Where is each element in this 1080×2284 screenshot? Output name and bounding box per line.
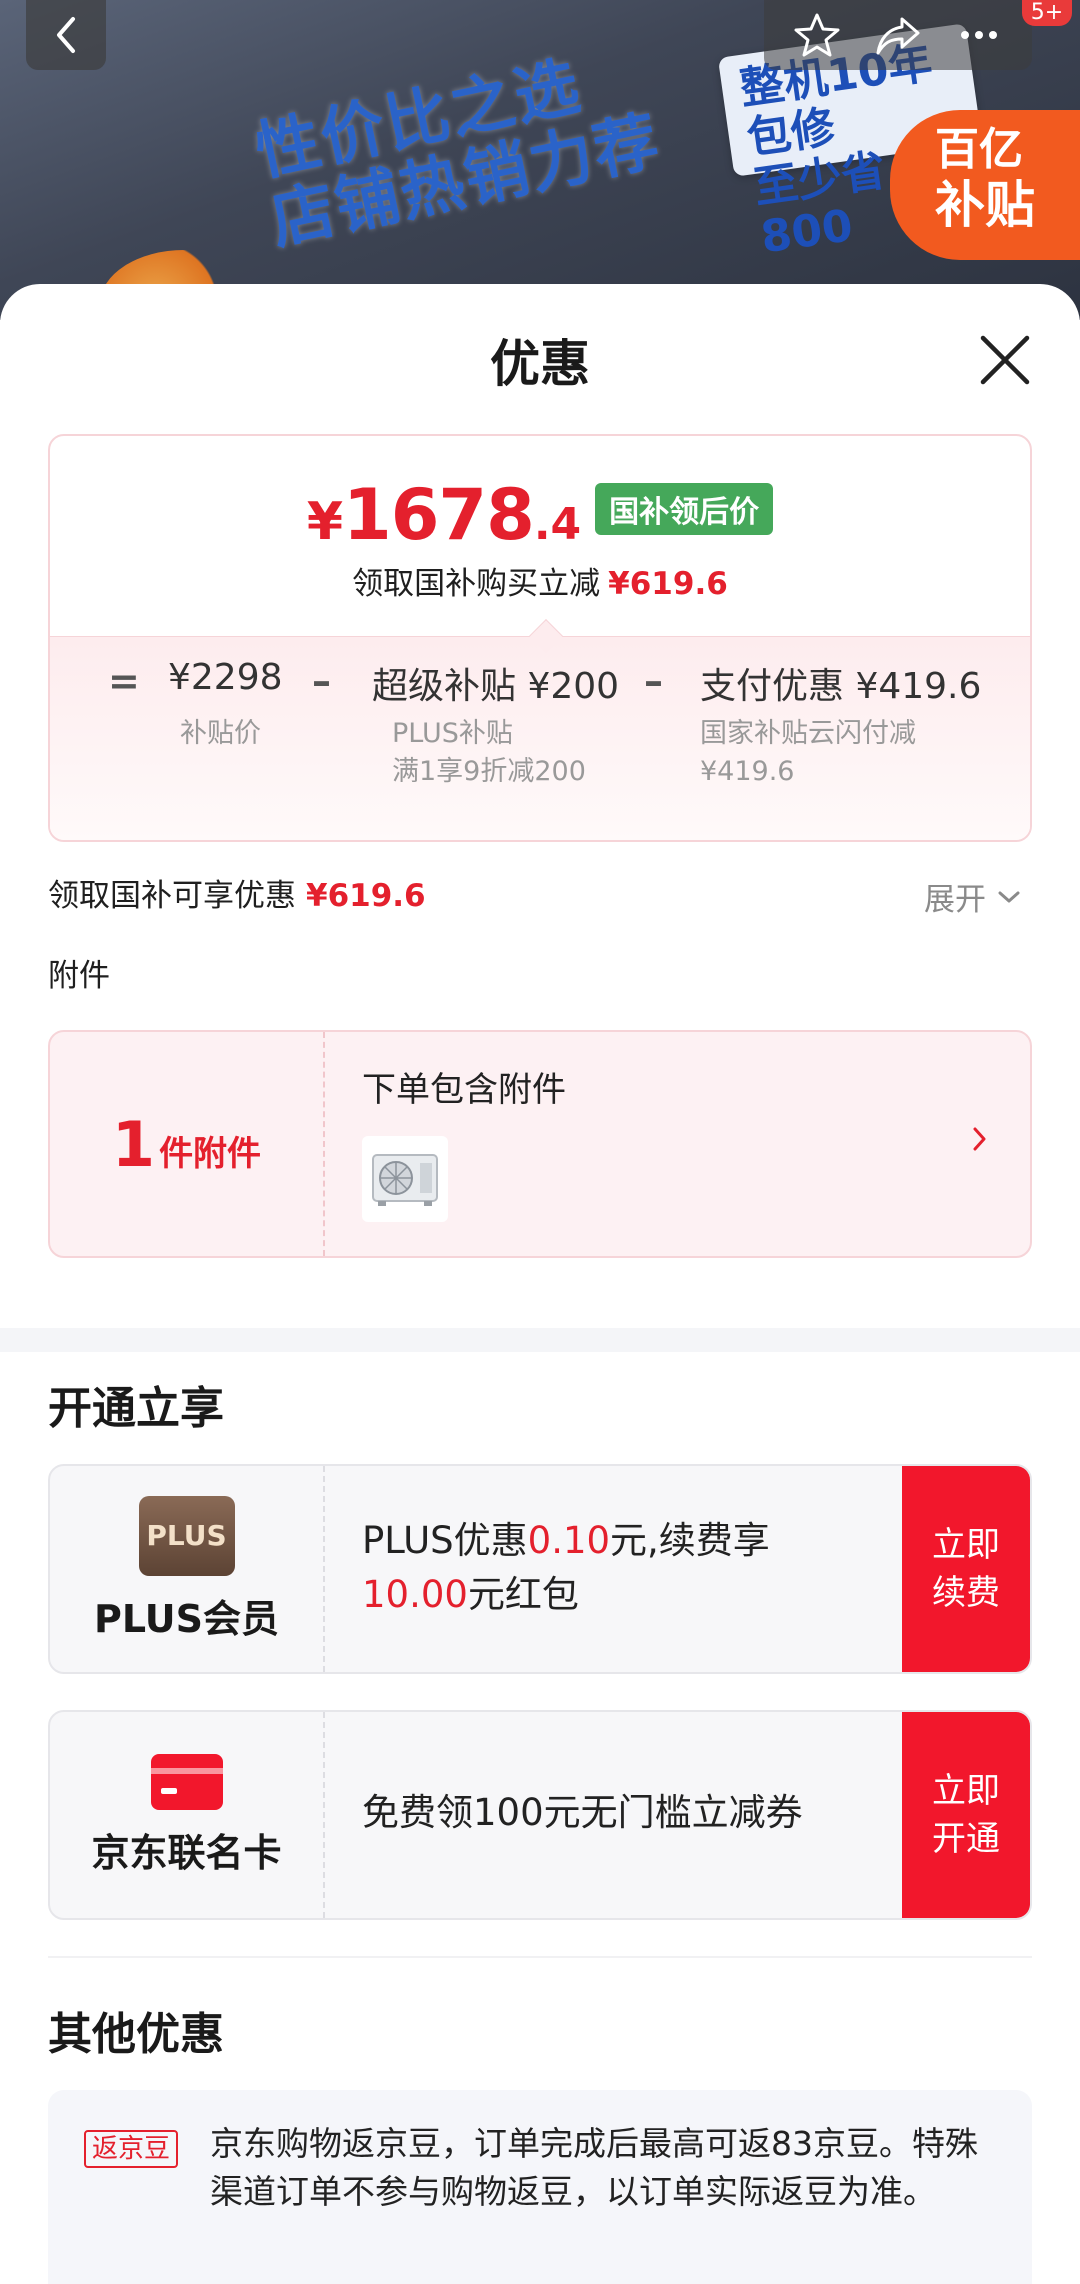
jd-card-member-card: 京东联名卡 免费领100元无门槛立减券 立即 开通 (48, 1710, 1032, 1920)
price-subtitle: 领取国补购买立减 ¥619.6 (50, 558, 1030, 603)
pay-discount-detail1: 国家补贴云闪付减 (700, 718, 916, 749)
super-subsidy-detail1: PLUS补贴 (392, 718, 513, 749)
discount-sheet: 优惠 ¥ 1678 .4 国补领后价 领取国补购买立减 ¥619.6 = ¥229… (0, 284, 1080, 2284)
minus-sign-2: – (644, 659, 663, 703)
rebate-card: 返京豆 京东购物返京豆，订单完成后最高可返83京豆。特殊渠道订单不参与购物返豆，… (48, 2090, 1032, 2284)
final-price: ¥ 1678 .4 国补领后价 (50, 474, 1030, 556)
banner-slogan: 性价比之选 店铺热销力荐 (250, 38, 667, 258)
section-divider (48, 1956, 1032, 1958)
sheet-title: 优惠 (490, 335, 590, 393)
plus-member-card: PLUS PLUS会员 PLUS优惠0.10元,续费享 10.00元红包 立即 … (48, 1464, 1032, 1674)
plus-desc-c: 元,续费享 (610, 1519, 770, 1562)
attachments-count: 1 件附件 (50, 1032, 325, 1256)
subsidy-line2: 补贴 (935, 176, 1035, 234)
price-card: ¥ 1678 .4 国补领后价 领取国补购买立减 ¥619.6 = ¥2298 补… (48, 434, 1032, 842)
plus-desc-a: PLUS优惠 (362, 1519, 528, 1562)
attachments-title: 附件 (48, 958, 110, 994)
plus-logo: PLUS (138, 1495, 235, 1576)
attachments-arrow (970, 1124, 990, 1158)
rebate-tag: 返京豆 (84, 2130, 179, 2168)
message-badge: 5+ (1022, 0, 1072, 26)
minus-sign-1: – (312, 659, 331, 703)
open-jd-card-button[interactable]: 立即 开通 (902, 1712, 1030, 1918)
renew-plus-button[interactable]: 立即 续费 (902, 1466, 1030, 1672)
open-btn-line1: 立即 (932, 1771, 1000, 1811)
plus-desc-e: 元红包 (467, 1573, 579, 1616)
renew-btn-line2: 续费 (932, 1573, 1000, 1613)
credit-card-icon (150, 1753, 223, 1810)
pay-discount-detail2: ¥419.6 (700, 756, 795, 787)
price-decimal: .4 (533, 499, 582, 550)
favorite-button[interactable] (787, 5, 847, 65)
share-button[interactable] (868, 5, 928, 65)
attachments-desc: 下单包含附件 (362, 1070, 566, 1110)
jd-card-badge: 京东联名卡 (50, 1712, 325, 1918)
attachments-count-number: 1 (111, 1107, 156, 1181)
expand-label: 展开 (924, 882, 986, 918)
price-top: ¥ 1678 .4 国补领后价 领取国补购买立减 ¥619.6 (50, 436, 1030, 636)
chevron-right-icon (973, 1127, 986, 1151)
renew-btn-line1: 立即 (932, 1525, 1000, 1565)
pay-discount: 支付优惠 ¥419.6 (700, 666, 982, 707)
plus-desc-b: 0.10 (527, 1519, 611, 1562)
price-currency: ¥ (306, 492, 343, 552)
chevron-down-icon (998, 891, 1020, 902)
back-button[interactable] (26, 0, 106, 70)
plus-desc-d: 10.00 (362, 1573, 468, 1616)
super-subsidy-detail2: 满1享9折减200 (392, 756, 586, 787)
plus-member-badge: PLUS PLUS会员 (50, 1466, 325, 1672)
expand-button[interactable]: 展开 (924, 874, 1024, 919)
attachments-card[interactable]: 1 件附件 下单包含附件 (48, 1030, 1032, 1258)
attachment-thumbnail[interactable] (362, 1136, 448, 1222)
section-gap (0, 1328, 1080, 1352)
price-integer: 1678 (343, 474, 535, 556)
base-price: ¥2298 (168, 657, 283, 698)
enjoy-discount-label: 领取国补可享优惠 (48, 878, 296, 914)
price-breakdown: = ¥2298 补贴价 – 超级补贴 ¥200 PLUS补贴 满1享9折减200… (50, 636, 1030, 840)
close-button[interactable] (975, 330, 1035, 390)
enjoy-discount-amount: ¥619.6 (306, 878, 426, 914)
share-icon (876, 17, 920, 55)
jd-card-name: 京东联名卡 (91, 1830, 282, 1875)
star-icon (794, 13, 840, 57)
close-icon (980, 335, 1030, 385)
subsidy-line1: 百亿 (935, 124, 1023, 175)
more-dots-icon (961, 31, 998, 39)
enjoy-discount-row: 领取国补可享优惠 ¥619.6 (48, 870, 426, 915)
base-price-label: 补贴价 (180, 718, 261, 749)
price-subtitle-label: 领取国补购买立减 (352, 566, 601, 602)
price-subtitle-amount: ¥619.6 (608, 566, 728, 602)
plus-member-name: PLUS会员 (94, 1596, 279, 1641)
chevron-left-icon (57, 17, 75, 53)
equals-sign: = (108, 659, 140, 703)
super-subsidy: 超级补贴 ¥200 (372, 666, 620, 707)
attachments-count-unit: 件附件 (159, 1133, 262, 1174)
jd-card-desc: 免费领100元无门槛立减券 (362, 1791, 803, 1834)
other-section-title: 其他优惠 (48, 2009, 224, 2060)
price-tag-badge: 国补领后价 (595, 483, 774, 535)
open-btn-line2: 开通 (932, 1819, 1000, 1859)
subsidy-badge: 百亿 补贴 (890, 110, 1080, 260)
plus-member-desc: PLUS优惠0.10元,续费享 10.00元红包 (362, 1514, 882, 1622)
more-button[interactable] (949, 5, 1009, 65)
top-action-bar (764, 0, 1032, 70)
rebate-text: 京东购物返京豆，订单完成后最高可返83京豆。特殊渠道订单不参与购物返豆，以订单实… (210, 2124, 978, 2211)
open-section-title: 开通立享 (48, 1383, 224, 1434)
outdoor-ac-unit-icon (372, 1154, 438, 1206)
